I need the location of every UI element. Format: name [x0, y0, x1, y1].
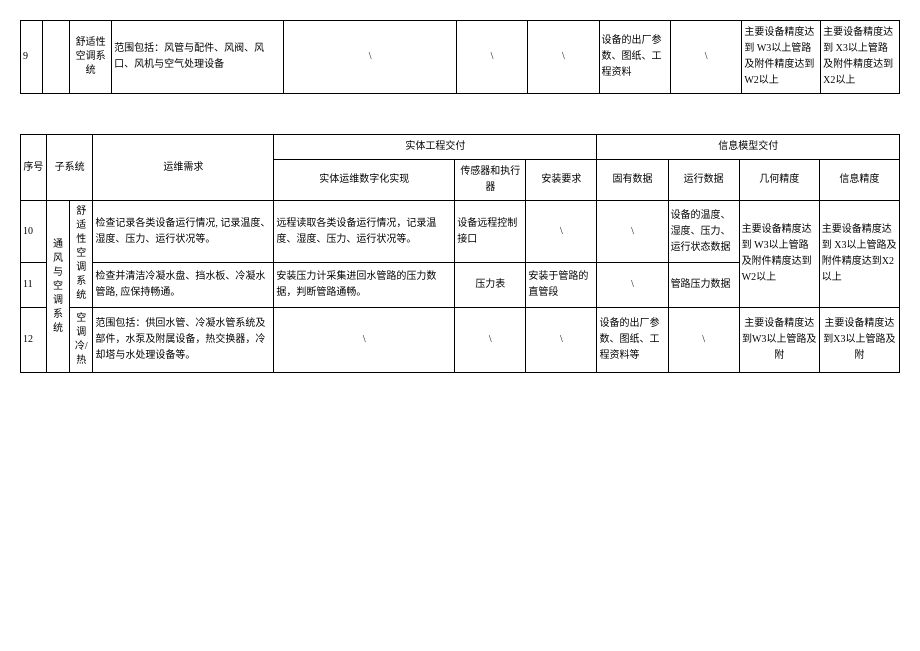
header-xxmxjf: 信息模型交付: [597, 135, 900, 160]
cell-cgq: \: [456, 21, 527, 94]
table-gap: [20, 94, 900, 134]
cell-seq: 12: [21, 308, 47, 373]
cell-sstx: 安装压力计采集进回水管路的压力数据，判断管路通畅。: [274, 263, 455, 308]
header-azyq: 安装要求: [526, 160, 597, 201]
cell-sstx: \: [274, 308, 455, 373]
cell-ywxq: 检查并清洁冷凝水盘、挡水板、冷凝水管路, 应保持畅通。: [93, 263, 274, 308]
cell-jhjd: 主要设备精度达到 W3以上管路及附件精度达到W2以上: [742, 21, 821, 94]
cell-yxsj: 管路压力数据: [668, 263, 739, 308]
header-stgcjf: 实体工程交付: [274, 135, 597, 160]
cell-seq: 11: [21, 263, 47, 308]
cell-parent-subsys: 通风与空调系统: [46, 201, 69, 373]
cell-parent-empty: [43, 21, 70, 94]
cell-azyq: 安装于管路的直管段: [526, 263, 597, 308]
cell-cgq: 压力表: [455, 263, 526, 308]
header-ywxq: 运维需求: [93, 135, 274, 201]
header-cgq: 传感器和执行器: [455, 160, 526, 201]
header-seq: 序号: [21, 135, 47, 201]
cell-xxjd: 主要设备精度达到 X3以上管路及附件精度达到X2以上: [821, 21, 900, 94]
cell-ywxq: 检查记录各类设备运行情况, 记录温度、湿度、压力、运行状况等。: [93, 201, 274, 263]
header-sstx: 实体运维数字化实现: [274, 160, 455, 201]
table-row: 10 通风与空调系统 舒适性空调系统 检查记录各类设备运行情况, 记录温度、湿度…: [21, 201, 900, 263]
cell-xxjd-merged: 主要设备精度达到 X3以上管路及附件精度达到X2以上: [819, 201, 899, 308]
table-row: 9 舒适性空调系统 范围包括：风管与配件、风阀、风口、风机与空气处理设备 \ \…: [21, 21, 900, 94]
cell-yxsj: \: [670, 21, 741, 94]
cell-azyq: \: [526, 308, 597, 373]
header-xxjd: 信息精度: [819, 160, 899, 201]
cell-xxjd: 主要设备精度达到X3以上管路及附: [819, 308, 899, 373]
cell-ywxq: 范围包括：供回水管、冷凝水管系统及部件，水泵及附属设备，热交换器，冷却塔与水处理…: [93, 308, 274, 373]
header-gysj: 固有数据: [597, 160, 668, 201]
cell-seq: 10: [21, 201, 47, 263]
cell-sstx: \: [284, 21, 456, 94]
cell-subsys-b: 空调冷/热: [70, 308, 93, 373]
table-row: 12 空调冷/热 范围包括：供回水管、冷凝水管系统及部件，水泵及附属设备，热交换…: [21, 308, 900, 373]
cell-gysj: \: [597, 201, 668, 263]
header-yxsj: 运行数据: [668, 160, 739, 201]
header-jhjd: 几何精度: [739, 160, 819, 201]
cell-gysj: 设备的出厂参数、图纸、工程资料等: [597, 308, 668, 373]
cell-gysj: \: [597, 263, 668, 308]
cell-jhjd: 主要设备精度达到W3以上管路及附: [739, 308, 819, 373]
cell-ywxq: 范围包括：风管与配件、风阀、风口、风机与空气处理设备: [112, 21, 284, 94]
cell-yxsj: \: [668, 308, 739, 373]
cell-subsys-a: 舒适性空调系统: [70, 201, 93, 308]
cell-subsys: 舒适性空调系统: [70, 21, 112, 94]
cell-yxsj: 设备的温度、湿度、压力、运行状态数据: [668, 201, 739, 263]
cell-cgq: \: [455, 308, 526, 373]
table-bottom: 序号 子系统 运维需求 实体工程交付 信息模型交付 实体运维数字化实现 传感器和…: [20, 134, 900, 373]
header-subsys: 子系统: [46, 135, 93, 201]
cell-seq: 9: [21, 21, 43, 94]
cell-cgq: 设备远程控制接口: [455, 201, 526, 263]
header-row-1: 序号 子系统 运维需求 实体工程交付 信息模型交付: [21, 135, 900, 160]
cell-azyq: \: [528, 21, 599, 94]
cell-jhjd-merged: 主要设备精度达到 W3以上管路及附件精度达到W2以上: [739, 201, 819, 308]
cell-gysj: 设备的出厂参数、图纸、工程资料: [599, 21, 670, 94]
cell-azyq: \: [526, 201, 597, 263]
cell-sstx: 远程读取各类设备运行情况，记录温度、湿度、压力、运行状况等。: [274, 201, 455, 263]
table-top: 9 舒适性空调系统 范围包括：风管与配件、风阀、风口、风机与空气处理设备 \ \…: [20, 20, 900, 94]
